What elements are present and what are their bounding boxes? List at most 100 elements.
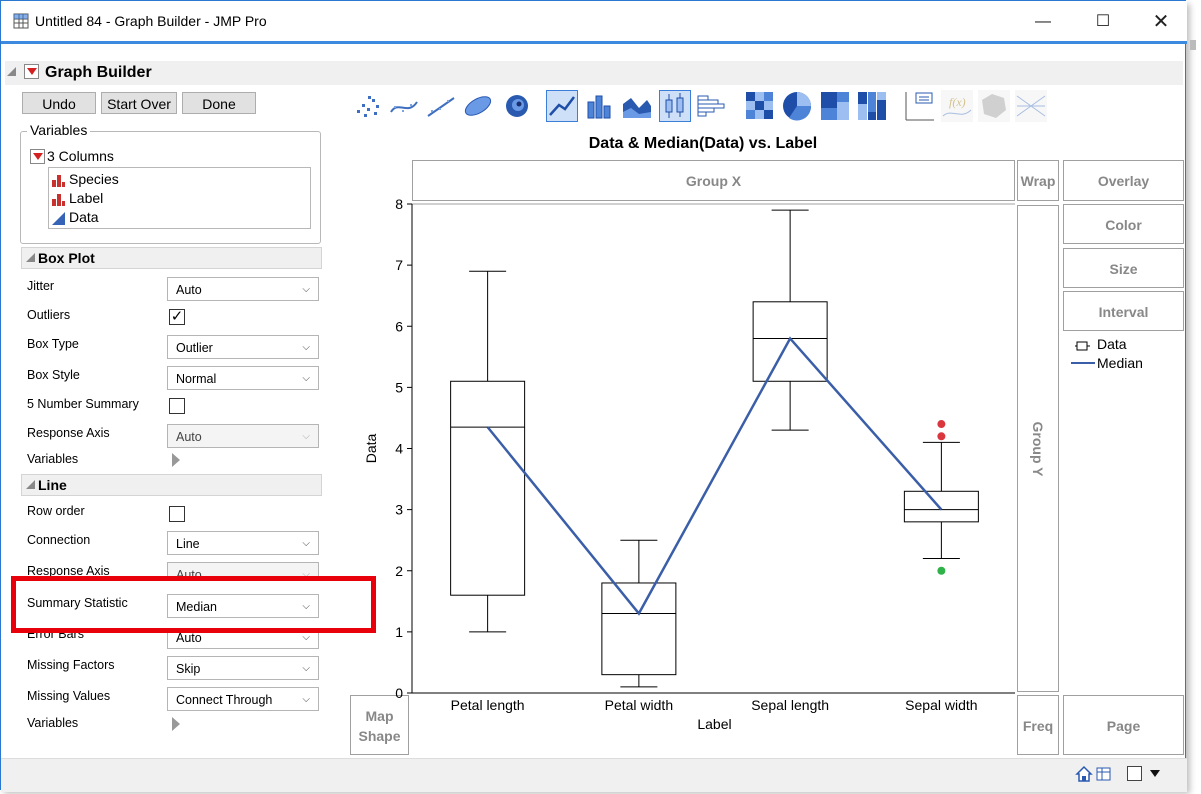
nominal-bar-icon <box>52 175 65 187</box>
pie-element-icon[interactable] <box>781 90 813 122</box>
five-number-summary-checkbox[interactable] <box>169 398 185 414</box>
title-accent-line <box>1 41 1187 44</box>
missing-factors-select[interactable]: Skip ⌵ <box>167 656 319 680</box>
jitter-label: Jitter <box>27 279 55 293</box>
legend: Data Median <box>1071 336 1181 376</box>
five-number-summary-label: 5 Number Summary <box>27 397 139 411</box>
boxplot-section-title: Box Plot <box>38 250 95 266</box>
bar-element-icon[interactable] <box>584 90 616 122</box>
box-type-select[interactable]: Outlier ⌵ <box>167 335 319 359</box>
outliers-label: Outliers <box>27 308 71 322</box>
histogram-element-icon[interactable] <box>695 90 727 122</box>
minimize-button[interactable]: — <box>1025 9 1061 35</box>
contour-element-icon[interactable] <box>499 90 531 122</box>
y-tick-label: 0 <box>395 685 403 701</box>
formula-element-icon[interactable]: f(x) <box>941 90 973 122</box>
missing-factors-value: Skip <box>176 662 201 676</box>
outliers-checkbox[interactable]: ✓ <box>169 309 185 325</box>
table-grid-icon[interactable] <box>1095 765 1113 783</box>
chevron-down-icon: ⌵ <box>302 342 310 353</box>
wrap-zone[interactable]: Wrap <box>1017 160 1059 201</box>
expand-triangle-icon[interactable] <box>172 453 180 467</box>
caption-box-element-icon[interactable] <box>904 90 936 122</box>
side-grip <box>1190 40 1196 50</box>
plot-frame <box>411 203 1015 694</box>
y-tick-label: 2 <box>395 563 403 579</box>
columns-menu-icon[interactable] <box>30 149 45 164</box>
jitter-select[interactable]: Auto ⌵ <box>167 277 319 301</box>
line-of-fit-element-icon[interactable] <box>425 90 457 122</box>
status-bar <box>1 758 1187 792</box>
area-element-icon[interactable] <box>621 90 653 122</box>
box-style-select[interactable]: Normal ⌵ <box>167 366 319 390</box>
expand-triangle-icon[interactable] <box>172 717 180 731</box>
missing-factors-label: Missing Factors <box>27 658 115 672</box>
graph-builder-title: Graph Builder <box>45 64 152 81</box>
start-over-button[interactable]: Start Over <box>101 92 177 114</box>
treemap-element-icon[interactable] <box>819 90 851 122</box>
column-item-label[interactable]: Label <box>52 190 302 208</box>
column-name: Data <box>69 209 99 225</box>
maximize-button[interactable]: ☐ <box>1085 9 1121 35</box>
box-style-label: Box Style <box>27 368 80 382</box>
row-order-checkbox[interactable] <box>169 506 185 522</box>
mosaic-element-icon[interactable] <box>856 90 888 122</box>
graph-builder-header: Graph Builder <box>5 61 1183 85</box>
row-order-label: Row order <box>27 504 85 518</box>
chevron-down-icon[interactable] <box>1150 770 1160 777</box>
collapse-triangle-icon[interactable] <box>7 67 16 76</box>
outlier-point <box>937 566 946 575</box>
points-element-icon[interactable] <box>352 90 384 122</box>
chart-svg: 0 1 2 3 4 5 6 7 8 Petal length Petal width Sepal le… <box>363 196 1015 732</box>
collapse-triangle-icon <box>26 253 35 262</box>
line-element-icon[interactable] <box>546 90 578 122</box>
column-item-species[interactable]: Species <box>52 171 302 189</box>
line-legend-swatch <box>1071 362 1095 364</box>
legend-item-median: Median <box>1097 355 1143 371</box>
box-type-label: Box Type <box>27 337 79 351</box>
boxplot-element-icon[interactable] <box>659 90 691 122</box>
selection-box-icon[interactable] <box>1127 766 1142 781</box>
boxplot-section-header[interactable]: Box Plot <box>21 247 322 269</box>
window-title: Untitled 84 - Graph Builder - JMP Pro <box>35 13 267 29</box>
outlier-point <box>937 432 946 441</box>
legend-item-data: Data <box>1097 336 1127 352</box>
x-axis-label: Label <box>697 716 731 732</box>
interval-zone[interactable]: Interval <box>1063 291 1184 331</box>
size-zone[interactable]: Size <box>1063 248 1184 288</box>
close-button[interactable]: ✕ <box>1143 9 1179 35</box>
undo-button[interactable]: Undo <box>22 92 96 114</box>
column-item-data[interactable]: Data <box>52 209 302 227</box>
overlay-zone[interactable]: Overlay <box>1063 160 1184 201</box>
y-tick-label: 4 <box>395 441 403 457</box>
connection-select[interactable]: Line ⌵ <box>167 531 319 555</box>
heatmap-element-icon[interactable] <box>744 90 776 122</box>
chevron-down-icon: ⌵ <box>302 373 310 384</box>
freq-zone[interactable]: Freq <box>1017 695 1059 755</box>
parallel-element-icon[interactable] <box>1015 90 1047 122</box>
y-axis-label: Data <box>363 434 379 464</box>
ellipse-element-icon[interactable] <box>462 90 494 122</box>
done-button[interactable]: Done <box>182 92 256 114</box>
group-y-zone[interactable]: Group Y <box>1017 205 1059 692</box>
page-zone[interactable]: Page <box>1063 695 1184 755</box>
line-section-header[interactable]: Line <box>21 474 322 496</box>
response-axis-select[interactable]: Auto ⌵ <box>167 424 319 448</box>
columns-count: 3 Columns <box>47 148 114 164</box>
connection-value: Line <box>176 537 200 551</box>
boxplot-variables-label: Variables <box>27 452 79 466</box>
missing-values-select[interactable]: Connect Through ⌵ <box>167 687 319 711</box>
connection-label: Connection <box>27 533 91 547</box>
red-triangle-menu-icon[interactable] <box>24 64 39 79</box>
missing-values-value: Connect Through <box>176 693 273 707</box>
missing-values-label: Missing Values <box>27 689 111 703</box>
home-icon[interactable] <box>1075 765 1093 783</box>
variables-legend: Variables <box>27 122 91 138</box>
map-shapes-element-icon[interactable] <box>978 90 1010 122</box>
color-zone[interactable]: Color <box>1063 204 1184 244</box>
line-variables-label: Variables <box>27 716 79 730</box>
smoother-element-icon[interactable] <box>388 90 420 122</box>
y-tick-label: 6 <box>395 318 403 334</box>
app-window: Untitled 84 - Graph Builder - JMP Pro — … <box>0 0 1187 792</box>
group-x-zone[interactable]: Group X <box>412 160 1015 201</box>
